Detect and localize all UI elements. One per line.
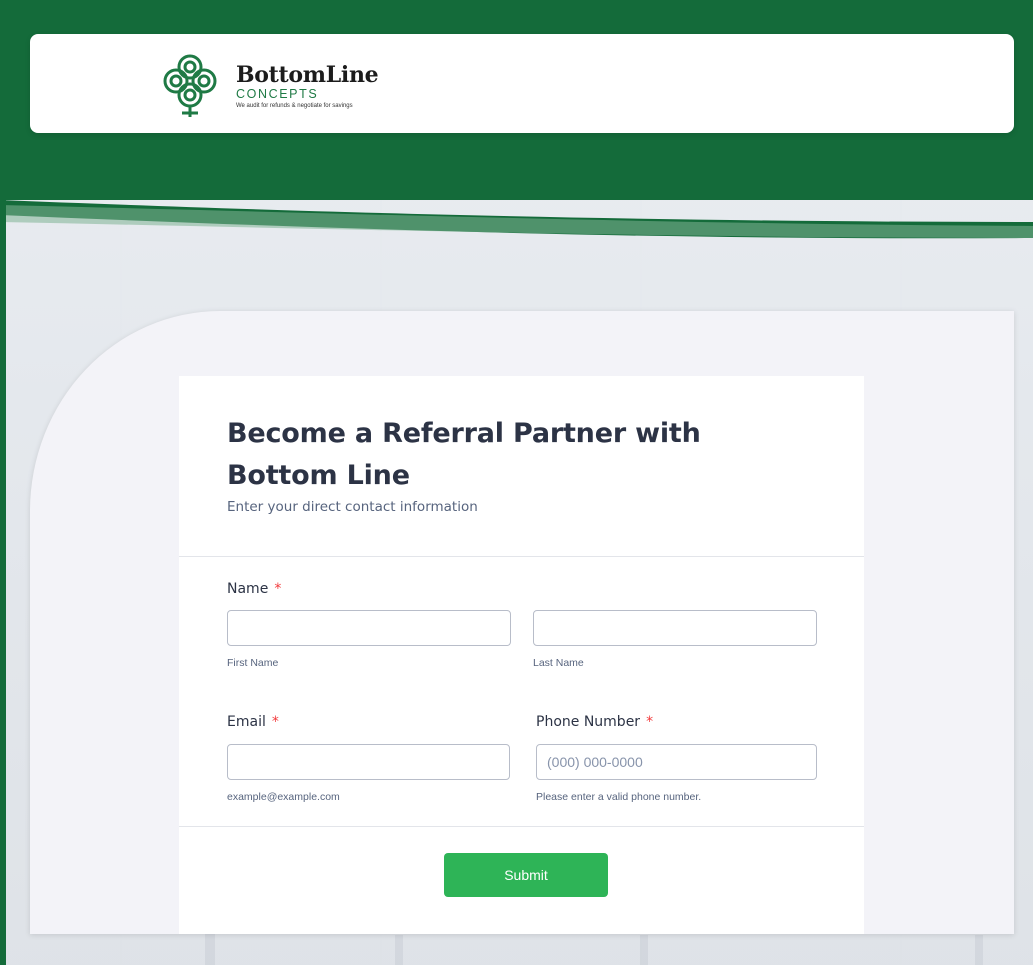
required-mark: *: [274, 581, 282, 597]
last-name-sublabel: Last Name: [533, 657, 584, 669]
background-decoration: [205, 930, 215, 965]
name-label: Name *: [227, 581, 281, 597]
form-divider: [179, 826, 864, 827]
form-panel: Become a Referral Partner with Bottom Li…: [30, 311, 1014, 934]
form-card: Become a Referral Partner with Bottom Li…: [179, 376, 864, 934]
first-name-input[interactable]: [227, 610, 511, 646]
last-name-input[interactable]: [533, 610, 817, 646]
brand-sub: CONCEPTS: [236, 87, 319, 101]
name-label-text: Name: [227, 581, 269, 597]
phone-sublabel: Please enter a valid phone number.: [536, 791, 702, 803]
brand-tagline: We audit for refunds & negotiate for sav…: [236, 103, 353, 109]
first-name-sublabel: First Name: [227, 657, 279, 669]
page-left-border: [0, 0, 6, 965]
required-mark: *: [646, 714, 654, 730]
email-input[interactable]: [227, 744, 510, 780]
email-label-text: Email: [227, 714, 266, 730]
celtic-knot-icon[interactable]: [154, 47, 226, 119]
phone-label-text: Phone Number: [536, 714, 641, 730]
submit-button[interactable]: Submit: [444, 853, 608, 897]
background-decoration: [395, 935, 403, 965]
form-subtitle: Enter your direct contact information: [227, 499, 478, 515]
form-header: Become a Referral Partner with Bottom Li…: [179, 376, 864, 557]
email-sublabel: example@example.com: [227, 791, 340, 803]
form-title: Become a Referral Partner with Bottom Li…: [227, 418, 701, 491]
email-label: Email *: [227, 714, 279, 730]
brand-name: BottomLine: [236, 62, 379, 88]
brand-wordmark[interactable]: BottomLine CONCEPTS We audit for refunds…: [236, 62, 379, 110]
phone-label: Phone Number *: [536, 714, 653, 730]
background-decoration: [640, 935, 648, 965]
header-card: BottomLine CONCEPTS We audit for refunds…: [30, 34, 1014, 133]
background-decoration: [975, 935, 983, 965]
required-mark: *: [271, 714, 279, 730]
phone-input[interactable]: [536, 744, 817, 780]
